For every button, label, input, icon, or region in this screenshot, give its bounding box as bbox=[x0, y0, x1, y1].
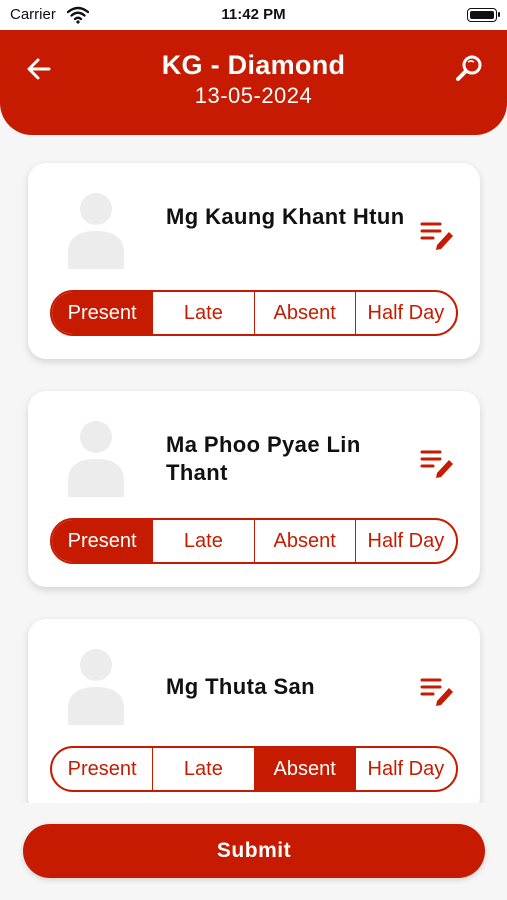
student-name: Ma Phoo Pyae Lin Thant bbox=[166, 432, 361, 485]
page-date: 13-05-2024 bbox=[194, 83, 313, 108]
attendance-option-absent[interactable]: Absent bbox=[253, 292, 355, 334]
attendance-option-late[interactable]: Late bbox=[152, 748, 253, 790]
student-card: Mg Thuta San Present Late Absent Half Da… bbox=[28, 619, 480, 803]
search-icon[interactable] bbox=[453, 52, 487, 86]
attendance-option-present[interactable]: Present bbox=[52, 520, 153, 562]
student-name: Mg Kaung Khant Htun bbox=[166, 204, 405, 229]
attendance-option-absent[interactable]: Absent bbox=[253, 748, 355, 790]
attendance-option-present[interactable]: Present bbox=[52, 748, 152, 790]
student-name: Mg Thuta San bbox=[166, 674, 316, 699]
attendance-option-late[interactable]: Late bbox=[152, 292, 253, 334]
edit-note-icon[interactable] bbox=[420, 445, 456, 479]
page-title: KG - Diamond bbox=[161, 50, 346, 80]
person-placeholder-icon bbox=[68, 649, 124, 725]
edit-note-icon[interactable] bbox=[420, 217, 456, 251]
attendance-option-absent[interactable]: Absent bbox=[253, 520, 355, 562]
person-placeholder-icon bbox=[68, 193, 124, 269]
student-card: Mg Kaung Khant Htun Present Late Absent … bbox=[28, 163, 480, 359]
clock: 11:42 PM bbox=[221, 6, 286, 23]
status-bar: Carrier 11:42 PM bbox=[0, 0, 507, 30]
attendance-selector: Present Late Absent Half Day bbox=[50, 746, 458, 792]
attendance-selector: Present Late Absent Half Day bbox=[50, 518, 458, 564]
attendance-option-half-day[interactable]: Half Day bbox=[354, 748, 456, 790]
attendance-option-present[interactable]: Present bbox=[52, 292, 153, 334]
attendance-selector: Present Late Absent Half Day bbox=[50, 290, 458, 336]
battery-icon bbox=[467, 8, 500, 22]
person-placeholder-icon bbox=[68, 421, 124, 497]
student-list[interactable]: Mg Kaung Khant Htun Present Late Absent … bbox=[0, 135, 507, 803]
student-card: Ma Phoo Pyae Lin Thant Present Late Abse… bbox=[28, 391, 480, 587]
app-header: KG - Diamond 13-05-2024 bbox=[0, 30, 507, 135]
attendance-option-late[interactable]: Late bbox=[152, 520, 253, 562]
edit-note-icon[interactable] bbox=[420, 673, 456, 707]
submit-button[interactable]: Submit bbox=[23, 824, 485, 878]
attendance-option-half-day[interactable]: Half Day bbox=[354, 292, 456, 334]
attendance-option-half-day[interactable]: Half Day bbox=[354, 520, 456, 562]
